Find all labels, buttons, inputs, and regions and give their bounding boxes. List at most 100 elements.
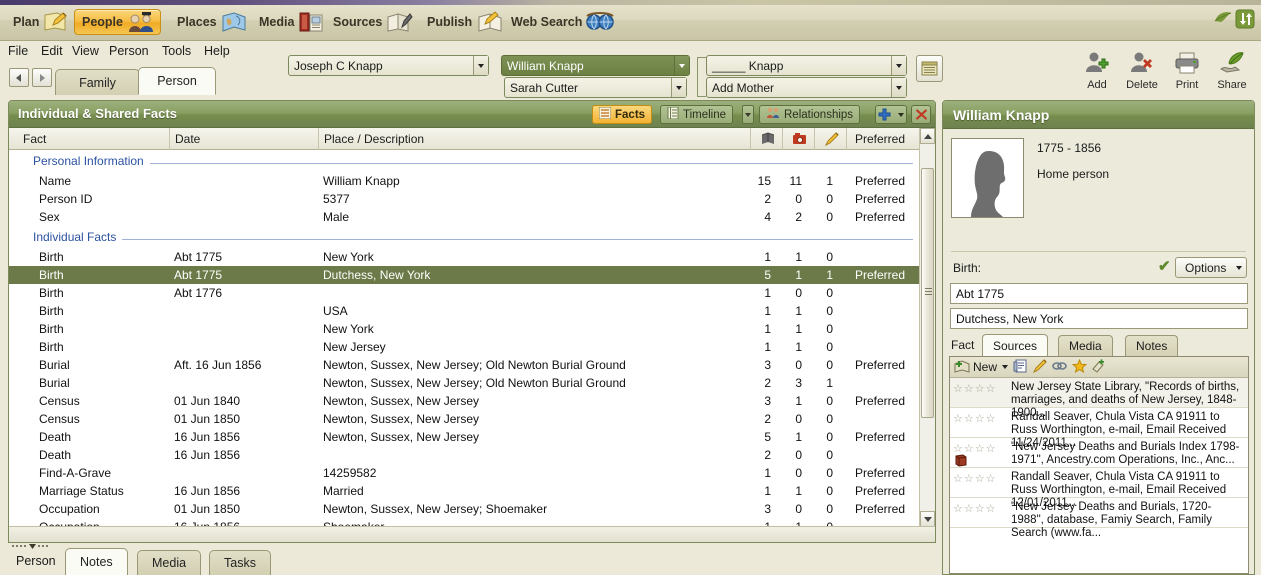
scrollbar-thumb[interactable] [921,168,934,418]
back-arrow-icon[interactable] [9,68,29,87]
table-row[interactable]: Census 01 Jun 1850 Newton, Sussex, New Jer… [9,410,921,428]
table-row[interactable]: Person ID 5377 2 0 0 Preferred [9,190,921,208]
star-icon[interactable]: ☆ [953,383,964,395]
table-row[interactable]: Birth Abt 1775 Dutchess, New York 5 1 1 Prefer… [9,266,921,284]
unlink-icon[interactable] [1092,358,1107,376]
star-icon[interactable]: ☆ [975,413,986,425]
nav-plan[interactable]: Plan [6,9,76,35]
table-row[interactable]: Marriage Status 16 Jun 1856 Married 1 1 0 Pref… [9,482,921,500]
new-source-button[interactable]: New [954,360,997,374]
table-row[interactable]: Burial Newton, Sussex, New Jersey; Old Ne… [9,374,921,392]
nav-media[interactable]: Media [252,9,331,35]
media-column-icon[interactable] [793,132,807,149]
table-row[interactable]: Death 16 Jun 1856 2 0 0 [9,446,921,464]
add-button[interactable]: Add [1074,51,1120,91]
bottom-tab-notes[interactable]: Notes [65,548,128,575]
menu-person[interactable]: Person [109,44,149,60]
link-icon[interactable] [1052,359,1067,376]
table-row[interactable]: Name William Knapp 15 11 1 Preferred [9,172,921,190]
tab-notes[interactable]: Notes [1125,335,1179,356]
scroll-up-arrow-icon[interactable] [920,128,935,144]
star-icon[interactable]: ☆ [964,473,975,485]
panel-splitter[interactable] [9,526,935,542]
view-tab-timeline[interactable]: Timeline [660,105,734,124]
list-item[interactable]: ☆☆☆☆ "New Jersey Deaths and Burials Index… [950,438,1248,468]
nav-places[interactable]: Places [170,9,254,35]
chevron-down-icon[interactable] [1002,365,1009,369]
options-button[interactable]: Options [1175,257,1247,278]
view-tab-relationships[interactable]: Relationships [759,105,861,124]
birth-date-field[interactable]: Abt 1775 [950,283,1248,304]
list-item[interactable]: ☆☆☆☆ Randall Seaver, Chula Vista CA 91911… [950,408,1248,449]
table-row[interactable]: Birth New Jersey 1 1 0 [9,338,921,356]
add-fact-button[interactable] [875,105,907,124]
nav-sources[interactable]: Sources [326,9,419,35]
star-icon[interactable]: ☆ [953,503,964,515]
source-rating-stars[interactable]: ☆☆☆☆ [953,381,1011,395]
menu-edit[interactable]: Edit [41,44,63,60]
edit-pencil-icon[interactable] [1032,358,1047,376]
menu-view[interactable]: View [72,44,99,60]
star-icon[interactable]: ☆ [975,443,986,455]
bottom-tab-media[interactable]: Media [137,550,202,575]
chevron-down-icon[interactable] [891,56,906,75]
column-header-fact[interactable]: Fact [23,132,46,146]
star-icon[interactable]: ☆ [964,383,975,395]
print-button[interactable]: Print [1164,51,1210,91]
star-icon[interactable]: ☆ [986,413,997,425]
index-list-icon[interactable] [916,55,943,82]
spouse-person-select[interactable]: Joseph C Knapp [288,55,489,76]
source-rating-stars[interactable]: ☆☆☆☆ [953,501,1011,515]
close-panel-button[interactable] [911,105,931,124]
nav-publish[interactable]: Publish [420,9,509,35]
table-row[interactable]: Death 16 Jun 1856 Newton, Sussex, New Jers… [9,428,921,446]
sync-leaf-icon[interactable] [1212,8,1255,30]
star-icon[interactable]: ☆ [964,413,975,425]
delete-button[interactable]: Delete [1119,51,1165,91]
sources-column-icon[interactable] [761,132,775,149]
list-item[interactable]: ☆☆☆☆ "New Jersey Deaths and Burials, 1720… [950,498,1248,539]
source-rating-stars[interactable]: ☆☆☆☆ [953,471,1011,485]
chevron-down-icon[interactable] [891,78,906,97]
father-select[interactable]: _____ Knapp [706,55,907,76]
star-icon[interactable]: ☆ [986,443,997,455]
star-icon[interactable]: ☆ [975,473,986,485]
share-button[interactable]: Share [1209,51,1255,91]
star-icon[interactable]: ☆ [986,503,997,515]
bottom-tab-tasks[interactable]: Tasks [209,550,271,575]
nav-web-search[interactable]: Web Search [504,9,619,35]
table-row[interactable]: Birth New York 1 1 0 [9,320,921,338]
birth-place-field[interactable]: Dutchess, New York [950,308,1248,329]
table-row[interactable]: Burial Aft. 16 Jun 1856 Newton, Sussex, Ne… [9,356,921,374]
chevron-down-icon[interactable] [473,56,488,75]
table-row[interactable]: Sex Male 4 2 0 Preferred [9,208,921,226]
table-row[interactable]: Birth Abt 1776 1 0 0 [9,284,921,302]
table-row[interactable]: Census 01 Jun 1840 Newton, Sussex, New Jer… [9,392,921,410]
notes-column-icon[interactable] [824,132,839,149]
star-icon[interactable]: ☆ [953,413,964,425]
tab-media[interactable]: Media [1058,335,1113,356]
table-row[interactable]: Occupation 01 Jun 1850 Newton, Sussex, New… [9,500,921,518]
mother-select[interactable]: Add Mother [706,77,907,98]
source-rating-stars[interactable]: ☆☆☆☆ [953,411,1011,425]
scroll-down-arrow-icon[interactable] [920,511,935,527]
view-tab-facts[interactable]: Facts [592,105,653,124]
primary-person-select[interactable]: William Knapp [501,55,690,76]
chevron-down-icon[interactable] [674,56,689,75]
list-item[interactable]: ☆☆☆☆ New Jersey State Library, "Records o… [950,378,1248,419]
menu-help[interactable]: Help [204,44,230,60]
chevron-down-icon[interactable] [671,78,686,97]
star-icon[interactable]: ☆ [986,383,997,395]
star-icon[interactable]: ☆ [964,503,975,515]
source-rating-stars[interactable]: ☆☆☆☆ [953,441,1011,467]
avatar[interactable] [951,138,1024,218]
star-icon[interactable] [1071,358,1088,376]
column-header-date[interactable]: Date [175,132,200,146]
column-header-place[interactable]: Place / Description [324,132,424,146]
table-row[interactable]: Birth Abt 1775 New York 1 1 0 [9,248,921,266]
forward-arrow-icon[interactable] [32,68,52,87]
view-tab-overflow-button[interactable] [742,105,754,124]
star-icon[interactable]: ☆ [975,383,986,395]
detail-icon[interactable] [1013,359,1028,376]
table-row[interactable]: Birth USA 1 1 0 [9,302,921,320]
